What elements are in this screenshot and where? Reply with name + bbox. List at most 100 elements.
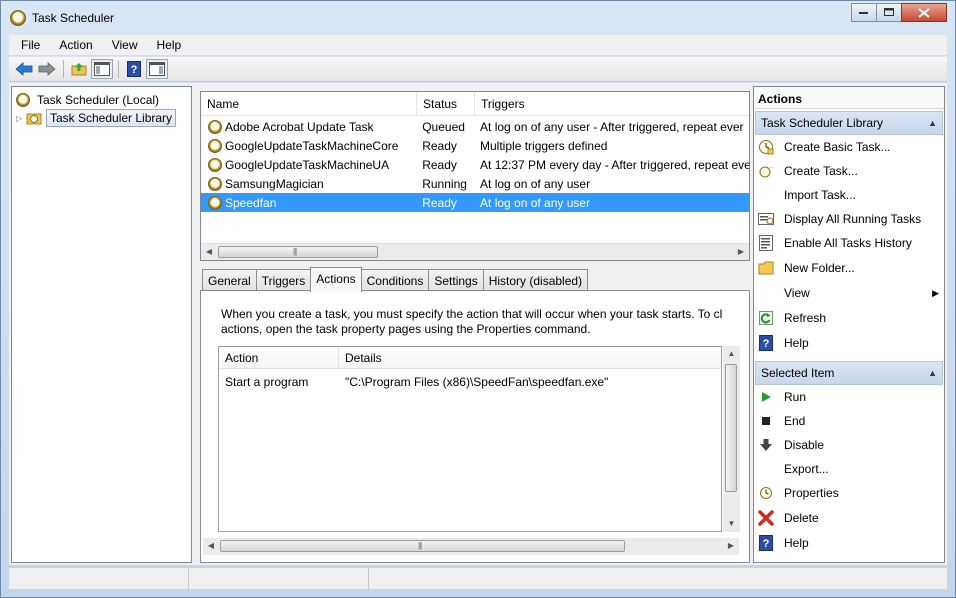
action-type: Start a program	[225, 375, 309, 389]
scrollbar-thumb[interactable]: |||	[218, 246, 378, 258]
action-end[interactable]: End	[754, 410, 944, 432]
task-name: GoogleUpdateTaskMachineUA	[225, 157, 390, 172]
action-label: Import Task...	[784, 188, 856, 202]
scroll-right-arrow-icon[interactable]: ▶	[724, 540, 738, 552]
task-row[interactable]: GoogleUpdateTaskMachineUA Ready At 12:37…	[201, 155, 749, 174]
task-triggers: At log on of any user	[480, 195, 591, 210]
action-new-folder[interactable]: New Folder...	[754, 257, 944, 279]
task-name: GoogleUpdateTaskMachineCore	[225, 138, 399, 153]
action-properties[interactable]: Properties	[754, 482, 944, 504]
back-arrow-icon	[15, 62, 33, 76]
task-triggers: Multiple triggers defined	[480, 138, 608, 153]
section-header-selected-item[interactable]: Selected Item ▲	[755, 361, 943, 385]
action-help[interactable]: ? Help	[754, 332, 944, 354]
action-disable[interactable]: Disable	[754, 434, 944, 456]
actions-grid-vertical-scrollbar[interactable]: ▲ ▼	[723, 346, 740, 532]
menu-view[interactable]: View	[100, 38, 145, 52]
action-help-selected[interactable]: ? Help	[754, 532, 944, 554]
toolbar-separator	[63, 60, 64, 78]
title-bar: Task Scheduler	[1, 1, 955, 35]
scroll-right-arrow-icon[interactable]: ▶	[734, 246, 748, 258]
section-header-library[interactable]: Task Scheduler Library ▲	[755, 111, 943, 135]
column-header-details[interactable]: Details	[339, 347, 721, 368]
svg-text:?: ?	[131, 64, 138, 76]
close-button[interactable]	[901, 3, 947, 22]
actions-grid-horizontal-scrollbar[interactable]: ◀ ||| ▶	[203, 538, 739, 555]
collapse-caret-icon[interactable]: ▲	[928, 118, 937, 128]
task-clock-icon	[208, 195, 222, 210]
help-toolbar-button[interactable]: ?	[123, 59, 145, 79]
action-run[interactable]: Run	[754, 386, 944, 408]
tab-triggers[interactable]: Triggers	[255, 269, 312, 291]
section-title: Selected Item	[761, 366, 835, 380]
action-export[interactable]: Export...	[754, 458, 944, 480]
action-details: "C:\Program Files (x86)\SpeedFan\speedfa…	[345, 375, 609, 389]
task-clock-icon	[208, 138, 222, 153]
tree-item-root[interactable]: Task Scheduler (Local)	[16, 91, 162, 109]
action-row[interactable]: Start a program "C:\Program Files (x86)\…	[219, 373, 721, 391]
scroll-up-arrow-icon[interactable]: ▲	[723, 347, 740, 361]
scroll-left-arrow-icon[interactable]: ◀	[202, 246, 216, 258]
tab-general[interactable]: General	[202, 269, 257, 291]
task-row-selected[interactable]: Speedfan Ready At log on of any user	[201, 193, 749, 212]
task-status: Ready	[422, 157, 457, 172]
action-view[interactable]: View ▶	[754, 282, 944, 304]
menu-action[interactable]: Action	[47, 38, 99, 52]
scroll-left-arrow-icon[interactable]: ◀	[204, 540, 218, 552]
task-row[interactable]: SamsungMagician Running At log on of any…	[201, 174, 749, 193]
collapse-caret-icon[interactable]: ▲	[928, 368, 937, 378]
section-title: Task Scheduler Library	[761, 116, 884, 130]
task-status: Queued	[422, 119, 465, 134]
scrollbar-thumb[interactable]: |||	[220, 540, 625, 552]
action-create-basic-task[interactable]: Create Basic Task...	[754, 136, 944, 158]
action-enable-tasks-history[interactable]: Enable All Tasks History	[754, 232, 944, 254]
back-button[interactable]	[13, 59, 35, 79]
action-delete[interactable]: Delete	[754, 507, 944, 529]
column-header-triggers[interactable]: Triggers	[475, 92, 749, 116]
task-detail-tabs: General Triggers Actions Conditions Sett…	[200, 267, 750, 292]
up-folder-button[interactable]	[68, 59, 90, 79]
column-header-status[interactable]: Status	[417, 92, 475, 116]
expand-arrow-icon[interactable]: ▷	[16, 114, 26, 123]
tree-item-library[interactable]: ▷ Task Scheduler Library	[16, 109, 177, 127]
create-task-icon	[758, 163, 774, 179]
action-import-task[interactable]: Import Task...	[754, 184, 944, 206]
menu-bar: File Action View Help	[9, 35, 947, 56]
action-display-running-tasks[interactable]: Display All Running Tasks	[754, 208, 944, 230]
maximize-button[interactable]	[876, 3, 902, 22]
tree-root-label: Task Scheduler (Local)	[37, 93, 160, 107]
minimize-button[interactable]	[851, 3, 877, 22]
task-list-horizontal-scrollbar[interactable]: ◀ ||| ▶	[201, 243, 749, 260]
show-hide-action-pane-button[interactable]	[146, 59, 168, 79]
task-clock-icon	[208, 119, 222, 134]
action-create-task[interactable]: Create Task...	[754, 160, 944, 182]
scrollbar-thumb[interactable]	[725, 364, 737, 492]
client-area: Task Scheduler (Local) ▷ Task Scheduler …	[9, 83, 947, 565]
scroll-down-arrow-icon[interactable]: ▼	[723, 517, 740, 531]
delete-icon	[758, 510, 774, 526]
task-row[interactable]: Adobe Acrobat Update Task Queued At log …	[201, 117, 749, 136]
running-tasks-icon	[758, 211, 774, 227]
menu-file[interactable]: File	[9, 38, 47, 52]
task-status: Running	[422, 176, 467, 191]
description-line: When you create a task, you must specify…	[221, 307, 723, 321]
show-hide-console-tree-button[interactable]	[91, 59, 113, 79]
tab-settings[interactable]: Settings	[428, 269, 484, 291]
forward-button[interactable]	[36, 59, 58, 79]
action-label: Run	[784, 390, 807, 404]
status-bar-panel	[369, 568, 947, 590]
tab-actions[interactable]: Actions	[310, 267, 362, 292]
column-header-name[interactable]: Name	[201, 92, 417, 116]
create-basic-task-icon	[758, 139, 774, 155]
tab-conditions[interactable]: Conditions	[360, 269, 430, 291]
menu-help[interactable]: Help	[145, 38, 189, 52]
tab-history[interactable]: History (disabled)	[482, 269, 589, 291]
task-row[interactable]: GoogleUpdateTaskMachineCore Ready Multip…	[201, 136, 749, 155]
action-pane-icon	[149, 62, 165, 76]
action-refresh[interactable]: Refresh	[754, 307, 944, 329]
task-scheduler-window: Task Scheduler File Action View Help ? T…	[0, 0, 956, 598]
task-name: SamsungMagician	[225, 176, 324, 191]
column-header-action[interactable]: Action	[219, 347, 339, 368]
action-label: Disable	[784, 438, 825, 452]
actions-grid: Action Details Start a program "C:\Progr…	[218, 346, 722, 532]
